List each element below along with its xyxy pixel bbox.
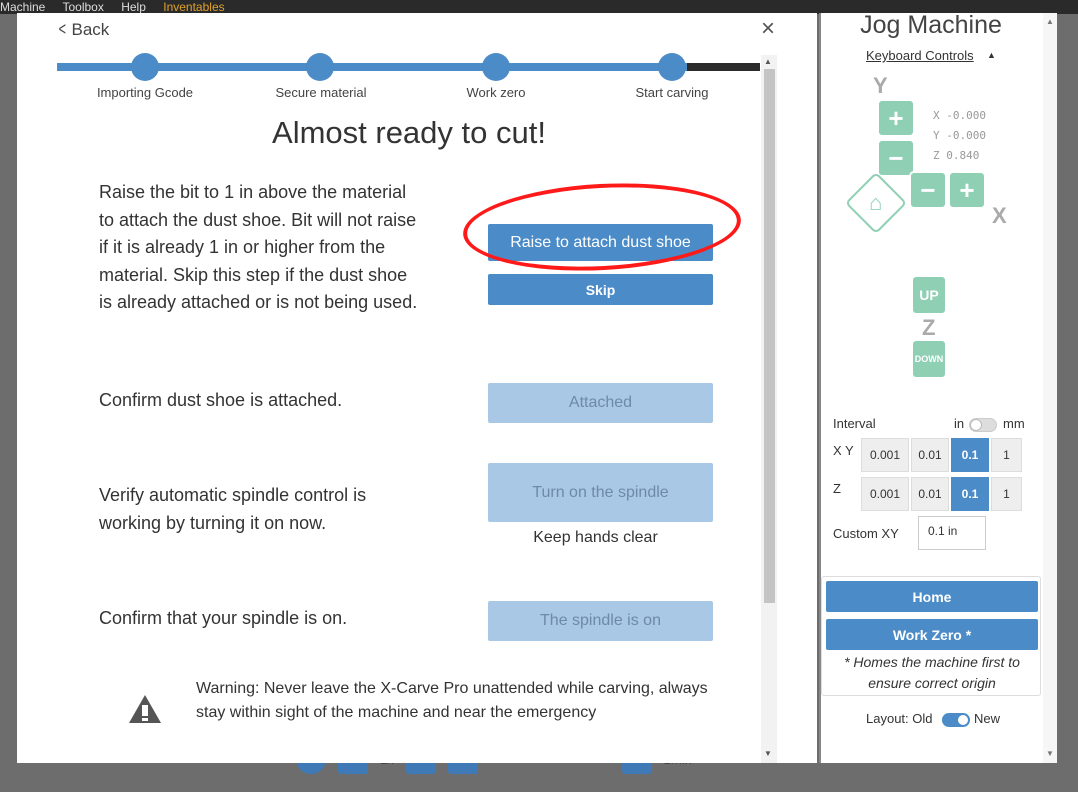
highlight-circle [460, 176, 744, 278]
custom-xy-input[interactable]: 0.1 in [918, 516, 986, 550]
scroll-up-icon[interactable]: ▲ [1046, 17, 1054, 26]
progress-remaining [687, 63, 760, 71]
xy-step-1[interactable]: 1 [991, 438, 1022, 472]
back-label: Back [71, 19, 110, 39]
toggle-knob [970, 419, 982, 431]
turn-on-spindle-button[interactable]: Turn on the spindle [488, 463, 713, 522]
step-label-importing: Importing Gcode [96, 85, 194, 100]
home-note: * Homes the machine first to ensure corr… [844, 654, 1020, 691]
attached-button[interactable]: Attached [488, 383, 713, 423]
confirm-spindle-text: Confirm that your spindle is on. [99, 608, 348, 628]
step-label-carving: Start carving [635, 85, 709, 100]
menu-help[interactable]: Help [121, 0, 146, 14]
work-zero-button[interactable]: Work Zero * [826, 619, 1038, 650]
keep-hands-clear: Keep hands clear [533, 529, 658, 546]
coord-y: Y -0.000 [933, 129, 986, 142]
menu-toolbox[interactable]: Toolbox [62, 0, 103, 14]
layout-toggle[interactable] [942, 713, 970, 727]
step-dot-workzero [482, 53, 510, 81]
skip-button[interactable]: Skip [488, 274, 713, 305]
coord-x: X -0.000 [933, 109, 986, 122]
scroll-up-icon[interactable]: ▲ [764, 57, 772, 66]
scroll-down-icon[interactable]: ▼ [764, 749, 772, 758]
spindle-instructions: Verify automatic spindle control is work… [99, 485, 367, 533]
unit-in-label: in [954, 416, 965, 431]
carve-wizard-modal: < Back × Importing Gcode Secure material… [17, 13, 817, 763]
axis-x-label: X [992, 203, 1007, 228]
xy-interval-label: X Y [833, 443, 854, 458]
close-button[interactable]: × [761, 17, 775, 41]
jog-panel: Jog Machine Keyboard Controls ▲ Y + − ⌂ … [819, 11, 1057, 763]
panel-scrollbar[interactable]: ▲ ▼ [1043, 13, 1057, 763]
back-button[interactable]: < Back [57, 19, 110, 40]
layout-new-label: New [974, 711, 1001, 726]
jog-y-plus-button[interactable]: + [877, 99, 915, 137]
xy-step-001[interactable]: 0.01 [911, 438, 949, 472]
jog-z-up-button[interactable]: UP [911, 275, 947, 315]
scroll-down-icon[interactable]: ▼ [1046, 749, 1054, 758]
warning-icon [127, 693, 163, 730]
unit-toggle[interactable] [969, 418, 997, 432]
xy-step-0001[interactable]: 0.001 [861, 438, 909, 472]
caret-up-icon[interactable]: ▲ [987, 50, 996, 60]
confirm-shoe-text: Confirm dust shoe is attached. [99, 390, 343, 410]
jog-y-minus-button[interactable]: − [877, 139, 915, 177]
page-title: Almost ready to cut! [272, 115, 546, 150]
z-step-1[interactable]: 1 [991, 477, 1022, 511]
step-label-secure: Secure material [275, 85, 367, 100]
keyboard-controls-link[interactable]: Keyboard Controls [866, 48, 974, 63]
toggle-knob [957, 714, 969, 726]
jog-home-button[interactable]: ⌂ [844, 171, 908, 235]
z-interval-label: Z [833, 481, 841, 496]
interval-label: Interval [833, 416, 876, 431]
home-icon: ⌂ [869, 189, 883, 215]
xy-interval-selector: 0.001 0.01 0.1 1 [861, 438, 1024, 472]
z-step-01[interactable]: 0.1 [951, 477, 989, 511]
z-interval-selector: 0.001 0.01 0.1 1 [861, 477, 1024, 511]
xy-step-01[interactable]: 0.1 [951, 438, 989, 472]
jog-x-minus-button[interactable]: − [909, 171, 947, 209]
brand-logo: Inventables [163, 0, 225, 14]
jog-x-plus-button[interactable]: + [948, 171, 986, 209]
step-label-workzero: Work zero [466, 85, 526, 100]
home-controls: Home Work Zero * * Homes the machine fir… [821, 576, 1041, 696]
custom-xy-label: Custom XY [833, 526, 899, 541]
warning-text: Warning: Never leave the X-Carve Pro una… [196, 680, 708, 721]
layout-old-label: Layout: Old [866, 711, 933, 726]
jog-z-down-button[interactable]: DOWN [911, 339, 947, 379]
unit-mm-label: mm [1003, 416, 1025, 431]
modal-scrollbar[interactable]: ▲ ▼ [761, 55, 777, 763]
axis-y-label: Y [873, 73, 888, 98]
wizard-progress-bar [57, 63, 760, 71]
scrollbar-thumb[interactable] [764, 69, 775, 603]
chevron-left-icon: < [58, 19, 66, 39]
step-dot-secure [306, 53, 334, 81]
step-dot-carving [658, 53, 686, 81]
coord-z: Z 0.840 [933, 149, 980, 162]
menu-machine[interactable]: Machine [0, 0, 45, 14]
z-step-0001[interactable]: 0.001 [861, 477, 909, 511]
spindle-on-button[interactable]: The spindle is on [488, 601, 713, 641]
step-dot-importing [131, 53, 159, 81]
home-button[interactable]: Home [826, 581, 1038, 612]
axis-z-label: Z [922, 315, 936, 340]
jog-title: Jog Machine [860, 11, 1002, 39]
z-step-001[interactable]: 0.01 [911, 477, 949, 511]
raise-instructions: Raise the bit to 1 in above the material… [99, 182, 418, 312]
